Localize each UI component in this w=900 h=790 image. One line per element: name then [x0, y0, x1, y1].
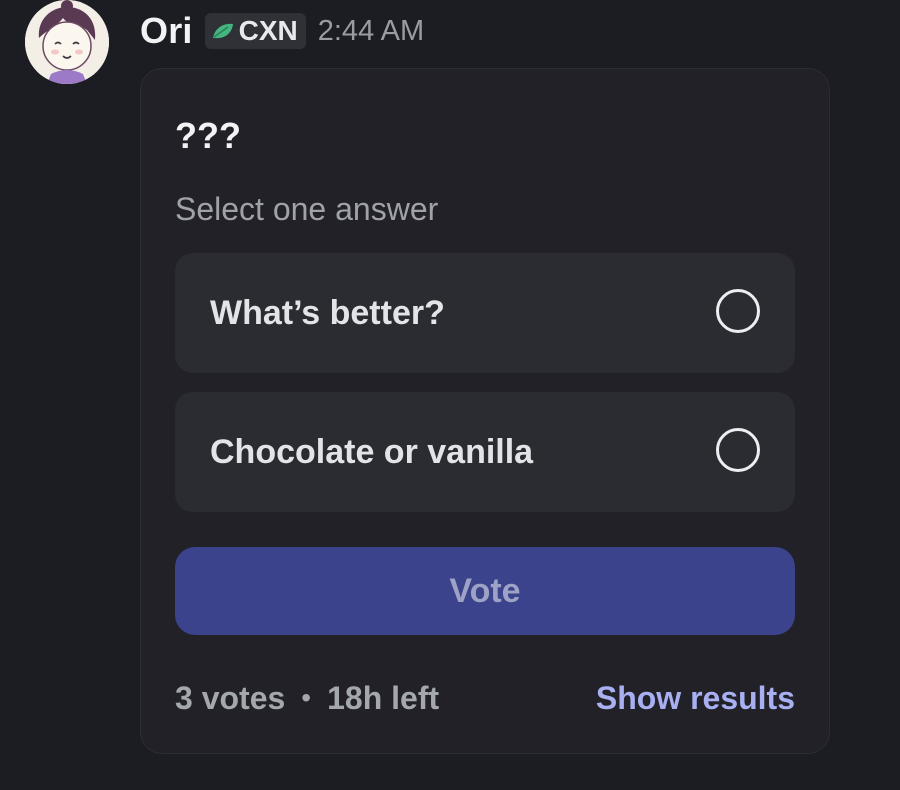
show-results-link[interactable]: Show results	[596, 680, 795, 717]
poll-card: ??? Select one answer What’s better? Cho…	[140, 68, 830, 754]
avatar[interactable]	[25, 0, 109, 84]
guild-tag[interactable]: CXN	[204, 13, 306, 49]
username[interactable]: Ori	[140, 10, 193, 52]
vote-count: 3 votes	[175, 679, 286, 716]
chat-message: Ori CXN 2:44 AM ??? Select one answer Wh…	[0, 0, 900, 790]
message-header: Ori CXN 2:44 AM	[140, 8, 424, 54]
radio-button[interactable]	[716, 289, 760, 333]
time-left: 18h left	[327, 679, 440, 716]
poll-answer-option[interactable]: What’s better?	[175, 253, 795, 373]
poll-footer: 3 votes • 18h left Show results	[175, 673, 795, 723]
poll-answer-label: Chocolate or vanilla	[210, 433, 534, 471]
separator-dot: •	[301, 682, 312, 713]
avatar-illustration	[25, 0, 109, 84]
poll-answer-option[interactable]: Chocolate or vanilla	[175, 392, 795, 512]
leaf-icon	[211, 22, 235, 40]
poll-answer-label: What’s better?	[210, 294, 445, 332]
radio-button[interactable]	[716, 428, 760, 472]
poll-hint: Select one answer	[175, 191, 439, 227]
timestamp: 2:44 AM	[317, 14, 425, 47]
poll-question: ???	[175, 115, 241, 156]
guild-tag-text: CXN	[238, 15, 298, 46]
vote-button[interactable]: Vote	[175, 547, 795, 635]
